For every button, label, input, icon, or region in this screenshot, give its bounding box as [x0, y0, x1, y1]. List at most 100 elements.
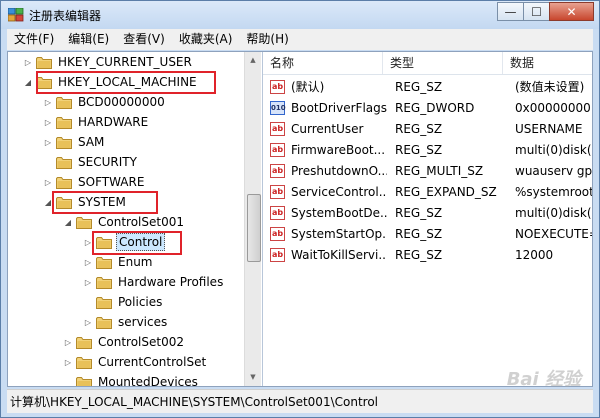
folder-icon [56, 156, 72, 169]
expand-arrow-icon[interactable]: ▷ [82, 258, 94, 267]
tree-node[interactable]: ◢ ControlSet001 [62, 212, 186, 232]
value-name: ServiceControl... [291, 184, 387, 199]
close-button[interactable]: ✕ [549, 2, 594, 21]
value-data: %systemroot% [515, 184, 592, 199]
tree-node[interactable]: ▷ ControlSet002 [62, 332, 186, 352]
list-row[interactable]: 010 BootDriverFlags REG_DWORD 0x00000000 ( [263, 97, 592, 118]
tree-node[interactable]: ▷ SOFTWARE [42, 172, 146, 192]
highlight-box-control [92, 231, 182, 255]
tree-node[interactable]: SECURITY [42, 152, 139, 172]
value-type: REG_SZ [395, 142, 443, 157]
value-type: REG_MULTI_SZ [395, 163, 484, 178]
tree-node-label[interactable]: Policies [116, 294, 164, 310]
tree-node-label[interactable]: HKEY_CURRENT_USER [56, 54, 194, 70]
tree-node[interactable]: ▷ BCD00000000 [42, 92, 167, 112]
tree-node-label[interactable]: services [116, 314, 169, 330]
list-header: 名称 类型 数据 [263, 52, 592, 75]
expand-arrow-icon[interactable]: ▷ [22, 58, 34, 67]
column-header-name[interactable]: 名称 [263, 52, 383, 74]
tree-node[interactable]: ▷ Hardware Profiles [82, 272, 225, 292]
tree-node[interactable]: MountedDevices [62, 372, 200, 386]
list-row[interactable]: ab SystemBootDe... REG_SZ multi(0)disk(0 [263, 202, 592, 223]
tree-node-label[interactable]: ControlSet001 [96, 214, 186, 230]
string-value-icon: ab [270, 163, 285, 178]
menu-help[interactable]: 帮助(H) [239, 29, 295, 50]
registry-tree[interactable]: ▷ HKEY_CURRENT_USER ◢ HKEY_LOCAL_MACHINE ▷ BC… [8, 52, 263, 386]
column-header-type[interactable]: 类型 [383, 52, 503, 74]
expand-arrow-icon[interactable]: ▷ [62, 358, 74, 367]
list-row[interactable]: ab (默认) REG_SZ (数值未设置) [263, 76, 592, 97]
tree-node-label[interactable]: CurrentControlSet [96, 354, 208, 370]
value-type: REG_SZ [395, 79, 443, 94]
expand-arrow-icon[interactable]: ▷ [42, 138, 54, 147]
expand-arrow-icon[interactable]: ▷ [42, 118, 54, 127]
tree-node[interactable]: ▷ HKEY_CURRENT_USER [22, 52, 194, 72]
expand-arrow-icon[interactable]: ▷ [82, 318, 94, 327]
value-type: REG_SZ [395, 247, 443, 262]
value-type: REG_SZ [395, 205, 443, 220]
tree-node[interactable]: ▷ SAM [42, 132, 106, 152]
column-header-data[interactable]: 数据 [503, 52, 592, 74]
value-name: PreshutdownO... [291, 163, 387, 178]
tree-node-label[interactable]: ControlSet002 [96, 334, 186, 350]
scroll-thumb[interactable] [247, 194, 261, 262]
folder-icon [96, 296, 112, 309]
tree-node[interactable]: ▷ CurrentControlSet [62, 352, 208, 372]
menu-favorites[interactable]: 收藏夹(A) [172, 29, 240, 50]
values-list[interactable]: 名称 类型 数据 ab (默认) REG_SZ (数值未设置) 010 BootDrive… [263, 52, 592, 386]
minimize-button[interactable]: — [497, 2, 524, 21]
expand-arrow-icon[interactable]: ▷ [62, 338, 74, 347]
string-value-icon: ab [270, 121, 285, 136]
tree-node[interactable]: ▷ Enum [82, 252, 154, 272]
expand-arrow-icon[interactable]: ▷ [42, 178, 54, 187]
scroll-up-arrow-icon[interactable]: ▲ [245, 52, 261, 69]
list-row[interactable]: ab SystemStartOp... REG_SZ NOEXECUTE= [263, 223, 592, 244]
registry-editor-icon [8, 8, 24, 22]
value-data: multi(0)disk(0 [515, 205, 592, 220]
tree-node-label[interactable]: Enum [116, 254, 154, 270]
value-name: (默认) [291, 80, 325, 94]
collapse-arrow-icon[interactable]: ◢ [22, 78, 34, 87]
tree-node-label[interactable]: SAM [76, 134, 106, 150]
value-data: multi(0)disk(0 [515, 142, 592, 157]
menu-file[interactable]: 文件(F) [7, 29, 61, 50]
collapse-arrow-icon[interactable]: ◢ [62, 218, 74, 227]
expand-arrow-icon[interactable]: ▷ [42, 98, 54, 107]
title-bar[interactable]: 注册表编辑器 — ☐ ✕ [1, 1, 599, 29]
string-value-icon: ab [270, 247, 285, 262]
tree-node[interactable]: Policies [82, 292, 164, 312]
registry-editor-window: 注册表编辑器 — ☐ ✕ 文件(F) 编辑(E) 查看(V) 收藏夹(A) 帮助… [0, 0, 600, 418]
list-row[interactable]: ab WaitToKillServi... REG_SZ 12000 [263, 244, 592, 265]
value-data: wuauserv gpsv [515, 163, 592, 178]
highlight-box-system [52, 191, 158, 214]
tree-node-label[interactable]: SOFTWARE [76, 174, 146, 190]
tree-node[interactable]: ▷ HARDWARE [42, 112, 150, 132]
window-title: 注册表编辑器 [29, 9, 102, 23]
maximize-button[interactable]: ☐ [523, 2, 550, 21]
value-data: 12000 [515, 247, 554, 262]
value-data: 0x00000000 ( [515, 100, 592, 115]
menu-view[interactable]: 查看(V) [116, 29, 172, 50]
tree-node-label[interactable]: BCD00000000 [76, 94, 167, 110]
tree-node-label[interactable]: HARDWARE [76, 114, 150, 130]
folder-icon [76, 376, 92, 386]
list-row[interactable]: ab CurrentUser REG_SZ USERNAME [263, 118, 592, 139]
list-row[interactable]: ab ServiceControl... REG_EXPAND_SZ %systemr… [263, 181, 592, 202]
string-value-icon: ab [270, 142, 285, 157]
watermark-logo: Bai 经验 [506, 369, 581, 390]
list-row[interactable]: ab FirmwareBoot... REG_SZ multi(0)disk(0 [263, 139, 592, 160]
tree-node-label[interactable]: SECURITY [76, 154, 139, 170]
folder-icon [76, 216, 92, 229]
scroll-down-arrow-icon[interactable]: ▼ [245, 369, 261, 386]
folder-icon [56, 136, 72, 149]
tree-node[interactable]: ▷ services [82, 312, 169, 332]
menu-bar: 文件(F) 编辑(E) 查看(V) 收藏夹(A) 帮助(H) [7, 29, 593, 50]
expand-arrow-icon[interactable]: ▷ [82, 278, 94, 287]
value-type: REG_DWORD [395, 100, 475, 115]
list-row[interactable]: ab PreshutdownO... REG_MULTI_SZ wuauserv gp… [263, 160, 592, 181]
tree-node-label[interactable]: Hardware Profiles [116, 274, 225, 290]
tree-node-label[interactable]: MountedDevices [96, 374, 200, 386]
value-name: CurrentUser [291, 121, 364, 136]
tree-vertical-scrollbar[interactable]: ▲ ▼ [244, 52, 261, 386]
menu-edit[interactable]: 编辑(E) [61, 29, 116, 50]
